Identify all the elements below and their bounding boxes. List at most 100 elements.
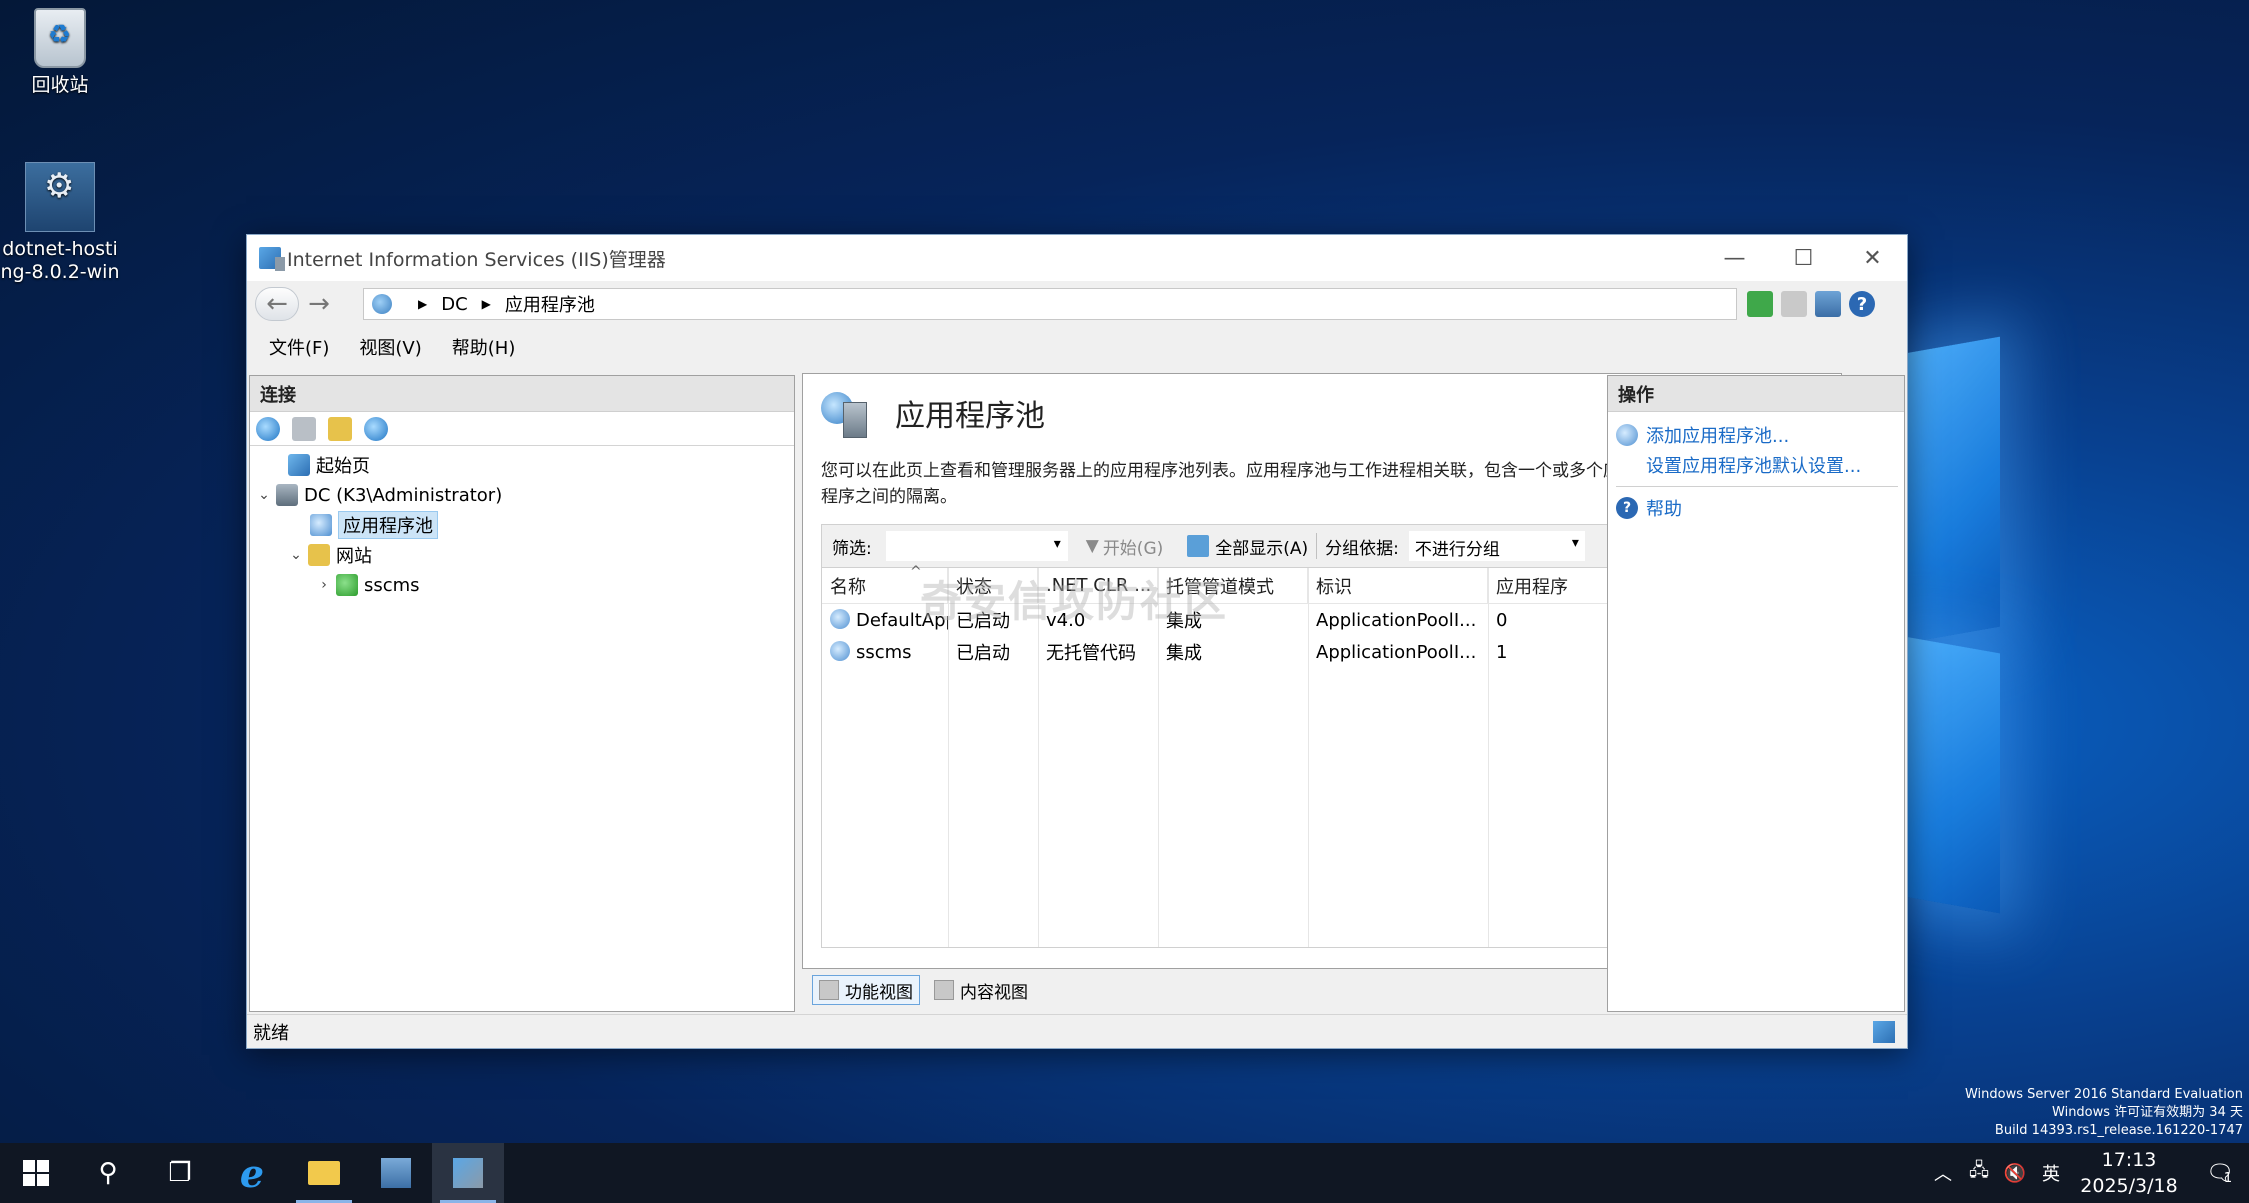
show-all-icon	[1187, 535, 1210, 557]
tree-item-server[interactable]: ⌄ DC (K3\Administrator)	[250, 480, 794, 510]
system-tray: ︿ 🖧 🔇 英 17:13 2025/3/18 🗨 1	[1925, 1143, 2249, 1203]
iis-manager-window: Internet Information Services (IIS)管理器 —…	[246, 234, 1908, 1049]
taskbar-internet-explorer[interactable]: e	[216, 1143, 288, 1203]
maximize-button[interactable]: ☐	[1769, 235, 1838, 281]
server-manager-icon	[381, 1158, 411, 1188]
group-by-select[interactable]: 不进行分组	[1408, 531, 1585, 561]
features-view-icon	[819, 980, 839, 1000]
title-bar[interactable]: Internet Information Services (IIS)管理器 —…	[247, 235, 1907, 281]
status-text: 就绪	[253, 1022, 289, 1044]
menu-help[interactable]: 帮助(H)	[452, 334, 516, 360]
cell-name: sscms	[822, 641, 948, 663]
filter-input[interactable]	[885, 531, 1068, 561]
column-divider	[1488, 568, 1489, 947]
cell-clr: 无托管代码	[1046, 643, 1136, 664]
os-license: Windows 许可证有效期为 34 天	[2052, 1105, 2243, 1120]
breadcrumb-item-app-pools[interactable]: 应用程序池	[505, 291, 595, 317]
help-icon[interactable]: ?	[1849, 291, 1875, 317]
network-icon[interactable]: 🖧	[1961, 1158, 1997, 1188]
breadcrumb[interactable]: ▶ DC ▶ 应用程序池	[363, 288, 1737, 320]
tree-item-site-sscms[interactable]: › sscms	[250, 570, 794, 600]
connect-globe-icon[interactable]	[256, 416, 280, 441]
taskbar-file-explorer[interactable]	[288, 1143, 360, 1203]
breadcrumb-item-dc[interactable]: DC	[441, 294, 467, 315]
disconnect-icon[interactable]	[364, 416, 388, 441]
tree-item-start-page[interactable]: 起始页	[250, 450, 794, 480]
iis-app-icon	[259, 247, 285, 271]
action-center-button[interactable]: 🗨 1	[2189, 1143, 2249, 1203]
cell-status: 已启动	[956, 643, 1010, 664]
website-globe-icon	[336, 574, 358, 596]
show-all-label: 全部显示(A)	[1215, 538, 1309, 559]
app-pools-icon	[821, 388, 871, 438]
up-folder-icon[interactable]	[328, 416, 352, 441]
dotnet-installer-desktop-icon[interactable]: dotnet-hosti ng-8.0.2-win	[0, 162, 120, 284]
forward-button[interactable]: →	[299, 287, 339, 321]
clock-date: 2025/3/18	[2080, 1175, 2178, 1197]
forward-arrow-icon: →	[308, 289, 330, 319]
filter-start-label: 开始(G)	[1102, 538, 1164, 559]
toolbar-divider	[1316, 533, 1318, 559]
tab-content-view[interactable]: 内容视图	[928, 975, 1034, 1005]
connections-header: 连接	[250, 376, 794, 412]
save-icon[interactable]	[292, 416, 316, 441]
recycle-bin-label: 回收站	[31, 74, 89, 96]
tree-item-app-pools[interactable]: 应用程序池	[250, 510, 794, 540]
column-header-identity[interactable]: 标识	[1308, 568, 1488, 603]
address-bar: ← → ▶ DC ▶ 应用程序池 ?	[247, 281, 1907, 327]
installer-icon	[25, 162, 95, 232]
action-label: 添加应用程序池...	[1646, 426, 1790, 447]
search-button[interactable]: ⚲	[72, 1143, 144, 1203]
taskbar-server-manager[interactable]	[360, 1143, 432, 1203]
breadcrumb-separator-icon[interactable]: ▶	[418, 297, 427, 311]
close-button[interactable]: ✕	[1838, 235, 1907, 281]
add-app-pool-link[interactable]: 添加应用程序池...	[1616, 420, 1904, 450]
help-link[interactable]: ? 帮助	[1616, 493, 1904, 523]
notification-count: 1	[2223, 1170, 2233, 1186]
input-method-indicator[interactable]: 英	[2033, 1160, 2069, 1186]
filter-start-button[interactable]: ▼ 开始(G)	[1086, 534, 1164, 559]
os-edition: Windows Server 2016 Standard Evaluation	[1964, 1087, 2243, 1102]
show-hidden-icons-chevron-icon[interactable]: ︿	[1925, 1160, 1961, 1186]
dotnet-installer-label-line1: dotnet-hosti	[2, 238, 118, 260]
stop-icon[interactable]	[1781, 291, 1807, 317]
menu-file[interactable]: 文件(F)	[269, 334, 329, 360]
group-by-label: 分组依据:	[1325, 538, 1399, 559]
expand-icon[interactable]: ›	[316, 577, 332, 593]
taskbar-iis-manager[interactable]	[432, 1143, 504, 1203]
tab-label: 内容视图	[960, 982, 1028, 1003]
tree-item-label: sscms	[364, 574, 420, 596]
taskbar: ⚲ ❐ e ︿ 🖧 🔇 英 17:13 2025/3/18 🗨 1	[0, 1143, 2249, 1203]
status-bar: 就绪	[247, 1014, 1907, 1048]
tab-features-view[interactable]: 功能视图	[812, 975, 920, 1005]
start-button[interactable]	[0, 1143, 72, 1203]
action-label: 设置应用程序池默认设置...	[1646, 456, 1862, 477]
breadcrumb-separator-icon[interactable]: ▶	[482, 297, 491, 311]
show-all-button[interactable]: 全部显示(A)	[1187, 534, 1308, 559]
task-view-icon: ❐	[168, 1158, 192, 1188]
minimize-button[interactable]: —	[1700, 235, 1769, 281]
collapse-icon[interactable]: ⌄	[288, 547, 304, 563]
home-icon[interactable]	[1815, 291, 1841, 317]
funnel-icon: ▼	[1085, 536, 1099, 556]
cell-identity: ApplicationPoolI...	[1316, 641, 1477, 663]
windows-logo-wallpaper	[1905, 336, 2225, 914]
clock[interactable]: 17:13 2025/3/18	[2069, 1147, 2189, 1199]
tree-item-sites[interactable]: ⌄ 网站	[250, 540, 794, 570]
set-app-pool-defaults-link[interactable]: 设置应用程序池默认设置...	[1616, 450, 1904, 480]
tree-item-label: 起始页	[316, 456, 370, 477]
menu-bar: 文件(F) 视图(V) 帮助(H)	[247, 327, 1907, 367]
menu-view[interactable]: 视图(V)	[359, 334, 421, 360]
recycle-bin-icon	[34, 8, 86, 68]
task-view-button[interactable]: ❐	[144, 1143, 216, 1203]
back-button[interactable]: ←	[255, 287, 299, 321]
collapse-icon[interactable]: ⌄	[256, 487, 272, 503]
recycle-bin-desktop-icon[interactable]: 回收站	[0, 8, 120, 97]
actions-panel: 操作 添加应用程序池... 设置应用程序池默认设置... ? 帮助	[1607, 375, 1905, 1012]
add-app-pool-icon	[1616, 424, 1638, 446]
refresh-icon[interactable]	[1747, 291, 1773, 317]
app-pool-icon	[830, 609, 850, 629]
volume-muted-icon[interactable]: 🔇	[1997, 1163, 2033, 1184]
os-evaluation-watermark: Windows Server 2016 Standard Evaluation …	[1965, 1086, 2243, 1140]
cell-identity: ApplicationPoolI...	[1316, 609, 1477, 631]
